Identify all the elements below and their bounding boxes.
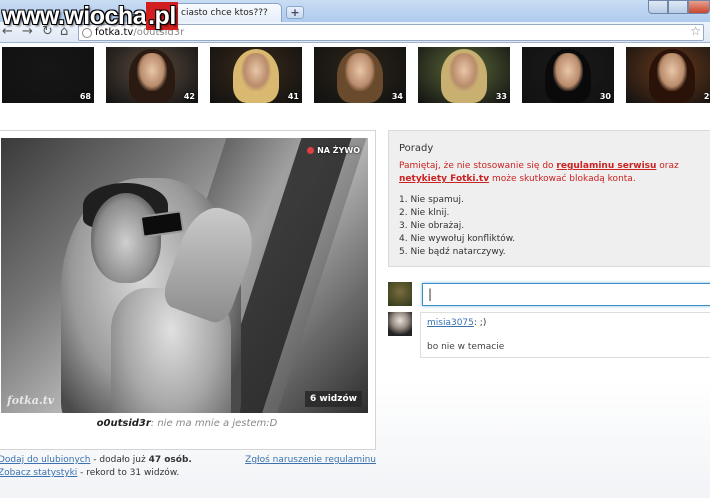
webcam-thumbnail[interactable]: 34 [314,47,406,103]
minimize-button[interactable] [648,0,668,14]
rule-item: 4. Nie wywołuj konfliktów. [399,234,516,244]
thumbnail-face [553,53,583,91]
close-window-button[interactable] [688,0,710,14]
webcam-thumbnail[interactable]: 29 [626,47,710,103]
webcam-thumbnail[interactable]: 30 [522,47,614,103]
chat-message-bubble: misia3075: ;) bo nie w temacie [420,312,710,358]
streamer-status: : nie ma mnie a jestem:D [150,418,278,429]
thumbnail-face [137,53,167,91]
chat-input-row: | [388,282,710,308]
rule-item: 5. Nie bądź natarczywy. [399,247,506,257]
thumbnail-viewer-count: 34 [391,92,403,101]
streamer-name[interactable]: o0utsid3r [97,418,151,429]
video-panel: NA ŻYWO fotka.tv 6 widzów o0utsid3r: nie… [0,130,376,450]
thumbnail-viewer-count: 68 [79,92,91,101]
live-indicator: NA ŻYWO [307,146,360,155]
tips-warning: Pamiętaj, że nie stosowanie się do regul… [399,160,710,186]
fav-text: - dodało już [90,455,149,465]
window-controls [648,0,710,16]
warn-text-1: Pamiętaj, że nie stosowanie się do [399,161,557,171]
warn-text-3: może skutkować blokadą konta. [489,174,636,184]
netiquette-link[interactable]: netykiety Fotki.tv [399,174,489,184]
viewer-count: 6 widzów [305,391,362,407]
logo-text: www.wiocha [2,2,147,30]
thumbnail-face [449,53,479,91]
thumbnail-viewer-count: 42 [183,92,195,101]
rule-item: 3. Nie obrażaj. [399,221,465,231]
live-label: NA ŻYWO [317,146,360,155]
thumbnail-viewer-count: 41 [287,92,299,101]
warn-text-2: oraz [656,161,679,171]
webcam-thumbnail[interactable]: 42 [106,47,198,103]
webcam-thumbnail[interactable]: 68 [2,47,94,103]
rules-link[interactable]: regulaminu serwisu [556,161,656,171]
wiocha-logo: www.wiocha.pl [2,2,178,31]
chat-input[interactable]: | [422,283,710,306]
webcam-thumbnail[interactable]: 33 [418,47,510,103]
thumbnail-viewer-count: 33 [495,92,507,101]
statistics-link[interactable]: Zobacz statystyki [0,468,77,478]
thumbnail-viewer-count: 30 [599,92,611,101]
chat-message: misia3075: ;) bo nie w temacie [388,312,710,360]
video-person-head [91,193,161,283]
video-caption: o0utsid3r: nie ma mnie a jestem:D [0,418,375,429]
live-dot-icon [307,147,315,154]
tab-title: ciasto chce ktos??? [181,8,268,18]
rules-list: 1. Nie spamuj. 2. Nie klnij. 3. Nie obraża… [399,194,707,259]
add-favorites-link[interactable]: Dodaj do ulubionych [0,455,90,465]
avatar [388,312,412,336]
bookmark-star-icon[interactable]: ☆ [690,24,701,39]
video-watermark: fotka.tv [7,394,55,407]
thumbnail-face [241,53,271,91]
maximize-button[interactable] [668,0,688,14]
webcam-thumbnail[interactable]: 41 [210,47,302,103]
logo-domain: .pl [146,2,178,30]
new-tab-button[interactable]: + [286,6,304,19]
stats-text: - rekord to 31 widzów. [77,468,180,478]
video-links: Dodaj do ulubionych - dodało już 47 osób… [0,454,376,480]
webcam-thumbnail-strip: 68 42 41 34 33 30 29 [0,44,710,104]
chat-message-text: : ;) [473,318,487,328]
page-content: NA ŻYWO fotka.tv 6 widzów o0utsid3r: nie… [0,104,710,498]
tips-panel: Porady Pamiętaj, że nie stosowanie się d… [388,130,710,267]
tips-title: Porady [399,143,434,154]
rule-item: 2. Nie klnij. [399,208,450,218]
fav-count: 47 osób. [148,455,192,465]
report-link[interactable]: Zgłoś naruszenie regulaminu [245,454,376,467]
chat-message-text-2: bo nie w temacie [427,342,505,352]
chat-user-link[interactable]: misia3075 [427,318,474,328]
rule-item: 1. Nie spamuj. [399,195,464,205]
thumbnail-face [345,53,375,91]
webcam-video[interactable]: NA ŻYWO fotka.tv 6 widzów [1,138,368,413]
thumbnail-viewer-count: 29 [703,92,710,101]
thumbnail-face [657,53,687,91]
avatar [388,282,412,306]
